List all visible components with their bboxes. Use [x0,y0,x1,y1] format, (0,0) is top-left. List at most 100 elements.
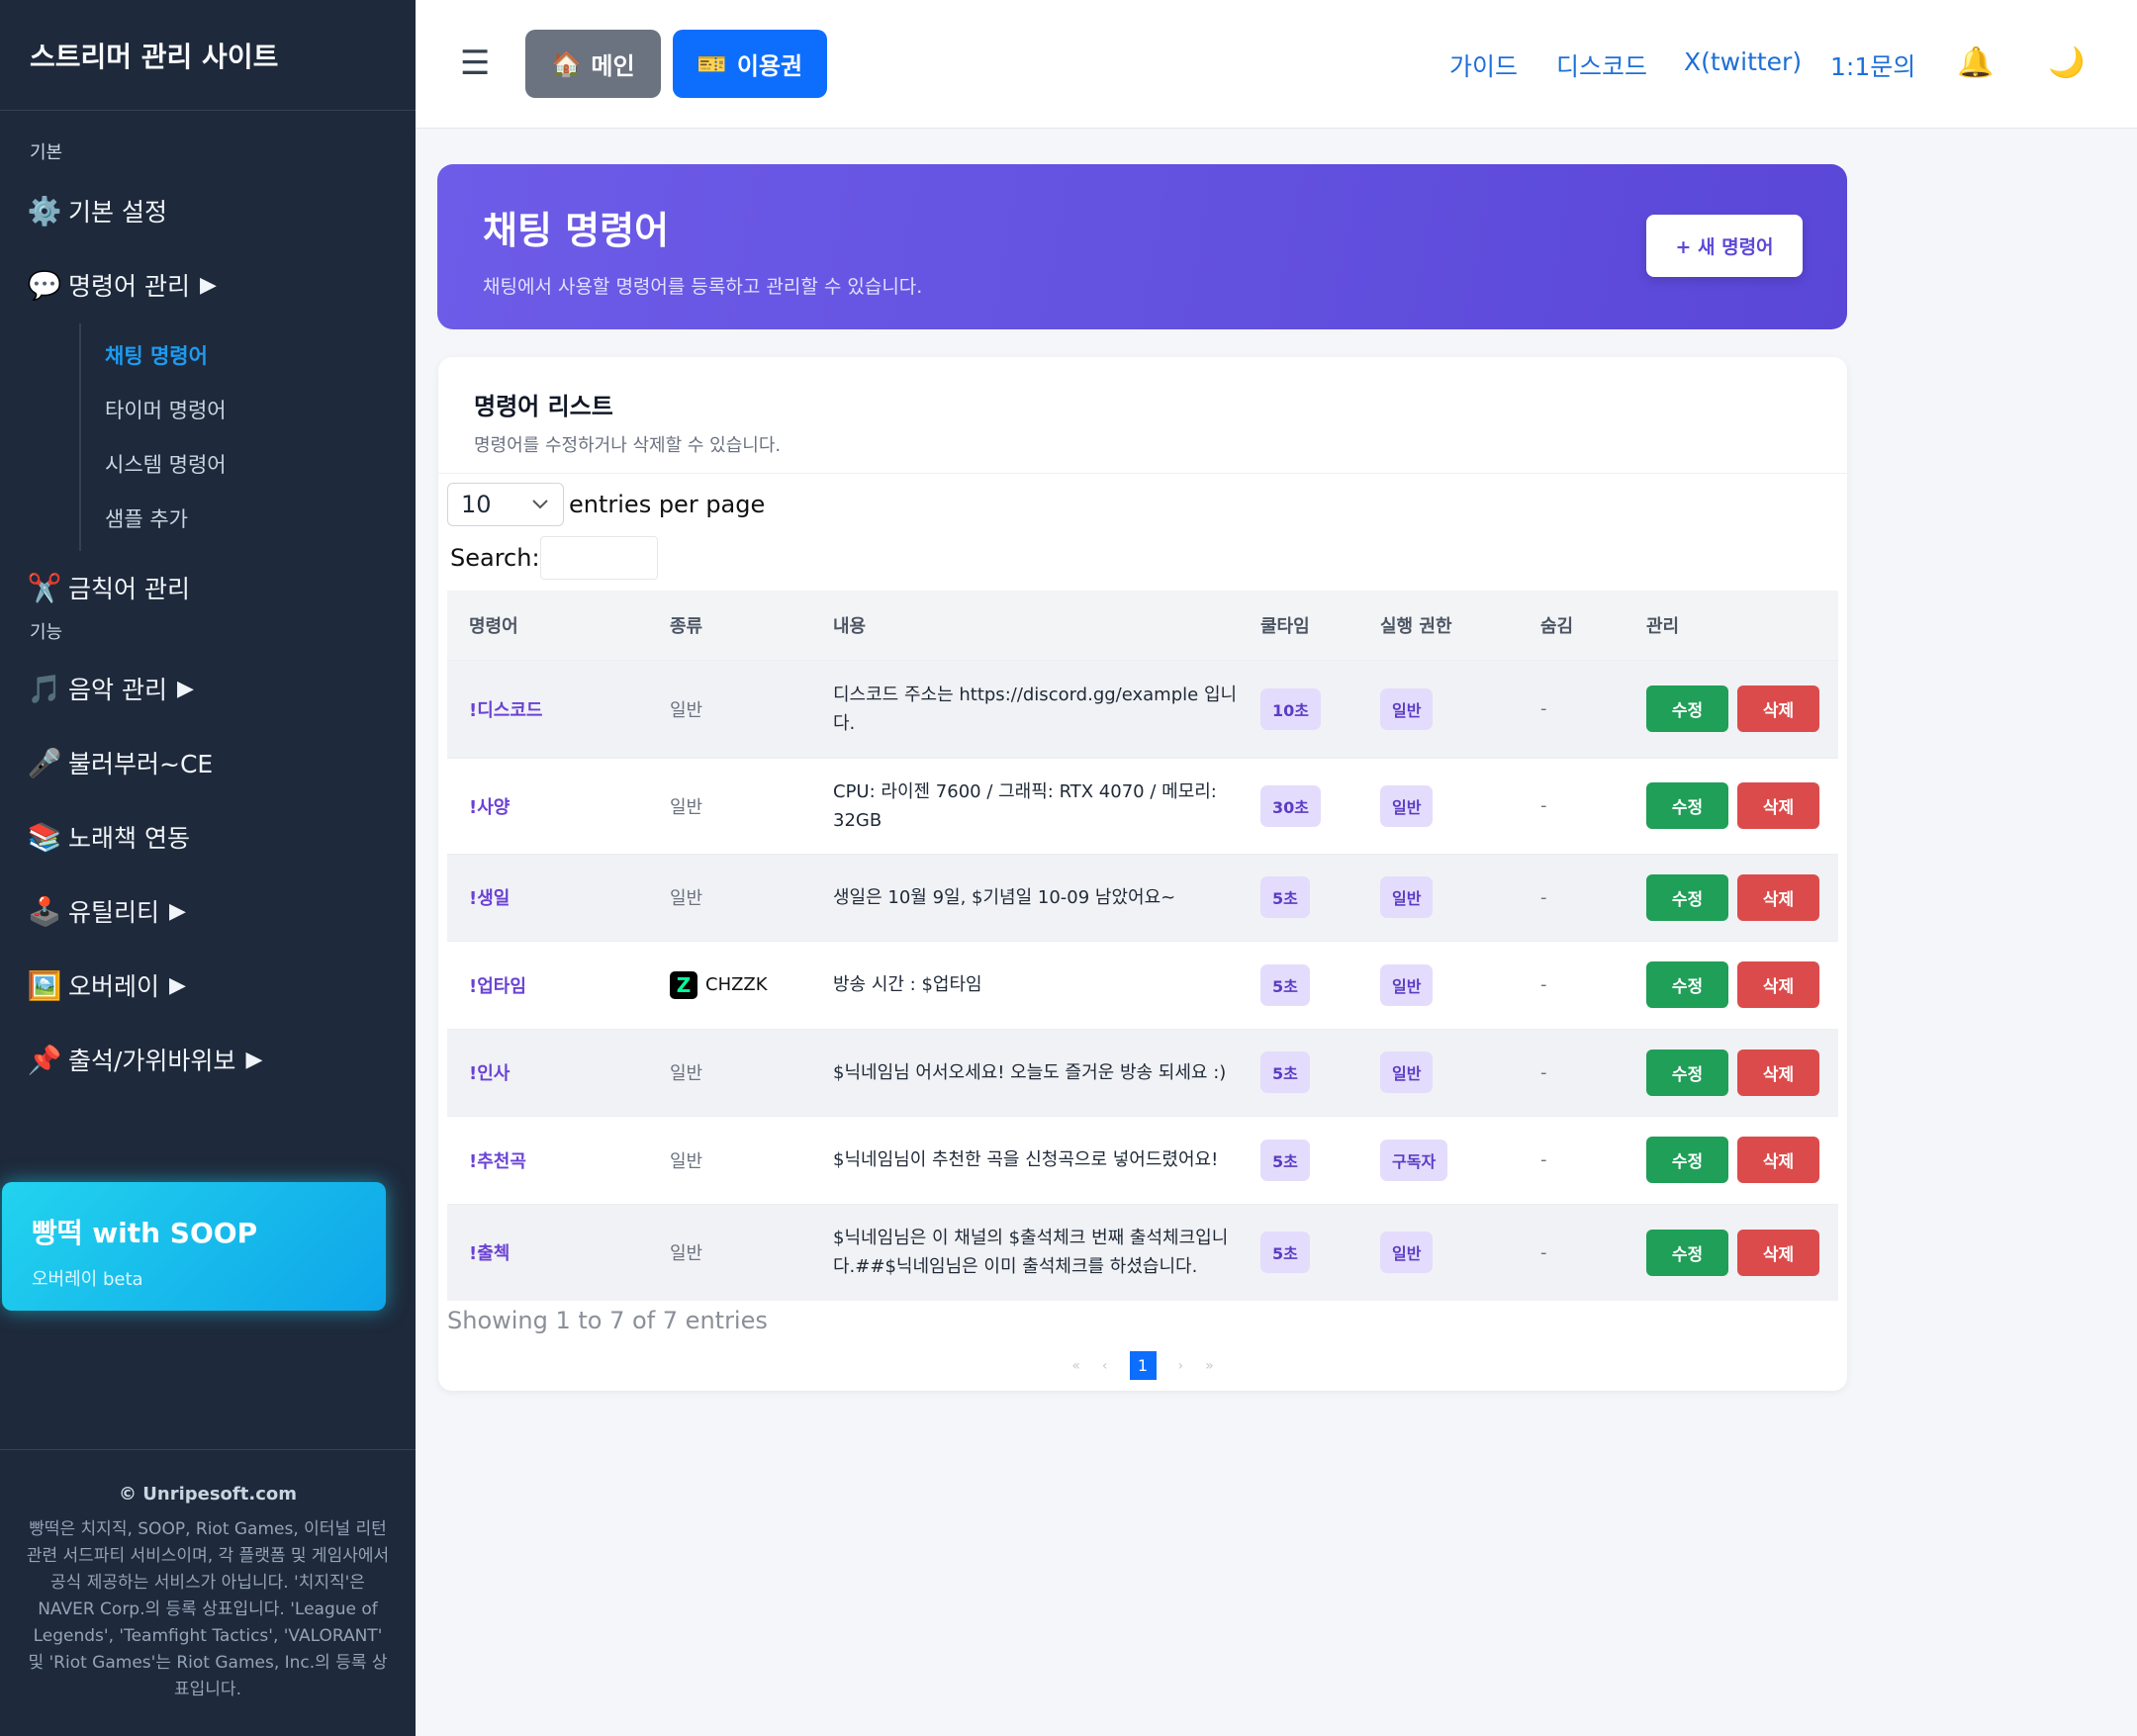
page-last-button[interactable]: » [1205,1358,1214,1374]
column-header-permission[interactable]: 실행 권한 [1358,591,1519,660]
table-info: Showing 1 to 7 of 7 entries [447,1307,768,1334]
nav-commands[interactable]: 💬 명령어 관리 ▶ [0,260,416,310]
main-button-label: 메인 [591,52,635,80]
delete-button[interactable]: 삭제 [1737,1137,1819,1183]
house-icon: 🏠 [551,49,582,78]
nav-music[interactable]: 🎵 음악 관리 ▶ [0,664,416,713]
command-type: 일반 [670,1063,703,1084]
pushpin-icon: 📌 [27,1043,62,1076]
submenu-timer-commands[interactable]: 타이머 명령어 [105,384,416,438]
pass-button[interactable]: 🎫 이용권 [673,30,827,98]
ticket-icon: 🎫 [697,49,727,78]
hidden-value: - [1540,698,1547,719]
link-twitter[interactable]: X(twitter) [1684,47,1802,76]
edit-button[interactable]: 수정 [1646,1049,1728,1096]
table-row: !업타임 Z CHZZK 방송 시간 : $업타임 5초 일반 - 수정 삭제 [447,941,1838,1029]
hamburger-menu-icon[interactable]: ☰ [460,44,490,83]
page-number-button[interactable]: 1 [1129,1351,1157,1380]
edit-button[interactable]: 수정 [1646,961,1728,1008]
moon-icon[interactable]: 🌙 [2048,46,2085,80]
nav-overlay[interactable]: 🖼️ 오버레이 ▶ [0,960,416,1010]
actions-cell: 수정 삭제 [1625,660,1838,758]
page-hero: 채팅 명령어 채팅에서 사용할 명령어를 등록하고 관리할 수 있습니다. + … [437,164,1847,329]
hidden-value: - [1540,795,1547,816]
actions-cell: 수정 삭제 [1625,1029,1838,1116]
nav-music-label: 음악 관리 [68,676,167,704]
cooldown-cell: 5초 [1239,941,1358,1029]
nav-banned-words[interactable]: ✂️ 금칙어 관리 [0,563,416,612]
scissors-icon: ✂️ [27,571,62,604]
table-row: !출첵 일반 $닉네임님은 이 채널의 $출석체크 번째 출석체크입니다.##$… [447,1204,1838,1301]
actions-cell: 수정 삭제 [1625,854,1838,941]
nav-attendance[interactable]: 📌 출석/가위바위보 ▶ [0,1035,416,1084]
edit-button[interactable]: 수정 [1646,873,1728,921]
command-content: $닉네임님 어서오세요! 오늘도 즐거운 방송 되세요 :) [833,1061,1227,1083]
nav-bulleo-label: 불러부러~CE [68,750,214,778]
new-command-button[interactable]: + 새 명령어 [1646,215,1803,277]
cooldown-cell: 10초 [1239,660,1358,758]
table-row: !추천곡 일반 $닉네임님이 추천한 곡을 신청곡으로 넣어드렸어요! 5초 구… [447,1116,1838,1204]
speech-bubble-icon: 💬 [27,268,62,302]
delete-button[interactable]: 삭제 [1737,685,1819,732]
submenu-chat-commands[interactable]: 채팅 명령어 [105,329,416,384]
hidden-value: - [1540,1241,1547,1263]
nav-songbook[interactable]: 📚 노래책 연동 [0,812,416,862]
delete-button[interactable]: 삭제 [1737,782,1819,829]
hidden-value: - [1540,1149,1547,1170]
edit-button[interactable]: 수정 [1646,1229,1728,1276]
nav-utility[interactable]: 🕹️ 유틸리티 ▶ [0,886,416,936]
submenu-add-sample[interactable]: 샘플 추가 [105,493,416,547]
actions-cell: 수정 삭제 [1625,941,1838,1029]
main-button[interactable]: 🏠 메인 [525,30,661,98]
permission-badge: 일반 [1380,1051,1434,1093]
section-label-features: 기능 [30,622,63,643]
command-content: $닉네임님은 이 채널의 $출석체크 번째 출석체크입니다.##$닉네임님은 이… [833,1228,1229,1278]
search-label: Search: [450,544,540,572]
link-discord[interactable]: 디스코드 [1556,47,1647,83]
actions-cell: 수정 삭제 [1625,1116,1838,1204]
page-prev-button[interactable]: ‹ [1102,1358,1108,1374]
submenu-system-commands[interactable]: 시스템 명령어 [105,438,416,493]
command-name: !사양 [469,796,511,818]
edit-button[interactable]: 수정 [1646,1137,1728,1183]
column-header-type[interactable]: 종류 [648,591,811,660]
column-header-cooldown[interactable]: 쿨타임 [1239,591,1358,660]
soop-overlay-promo[interactable]: 빵떡 with SOOP 오버레이 beta [2,1182,386,1311]
cooldown-cell: 5초 [1239,1029,1358,1116]
link-guide[interactable]: 가이드 [1449,47,1518,83]
command-name: !생일 [469,888,511,909]
expand-arrow-icon: ▶ [169,898,186,924]
column-header-content[interactable]: 내용 [811,591,1239,660]
delete-button[interactable]: 삭제 [1737,1229,1819,1276]
cooldown-badge: 5초 [1260,963,1310,1006]
hidden-value: - [1540,974,1547,995]
commands-table: 명령어 종류 내용 쿨타임 실행 권한 숨김 관리 !디스코드 일반 디스코드 … [447,591,1838,1301]
nav-basic-settings-label: 기본 설정 [68,198,167,227]
permission-badge: 일반 [1380,687,1434,730]
column-header-hidden[interactable]: 숨김 [1519,591,1625,660]
edit-button[interactable]: 수정 [1646,782,1728,829]
table-row: !생일 일반 생일은 10월 9일, $기념일 10-09 남았어요~ 5초 일… [447,854,1838,941]
bell-icon[interactable]: 🔔 [1957,46,1994,80]
site-brand[interactable]: 스트리머 관리 사이트 [0,0,416,111]
delete-button[interactable]: 삭제 [1737,1049,1819,1096]
delete-button[interactable]: 삭제 [1737,873,1819,921]
page-first-button[interactable]: « [1071,1358,1080,1374]
command-type: 일반 [670,699,703,721]
section-label-basic: 기본 [30,142,63,163]
page-subtitle: 채팅에서 사용할 명령어를 등록하고 관리할 수 있습니다. [483,276,923,298]
link-inquiry[interactable]: 1:1문의 [1830,47,1915,83]
pagination: « ‹ 1 › » [438,1351,1847,1380]
search-input[interactable] [539,536,658,580]
delete-button[interactable]: 삭제 [1737,961,1819,1008]
nav-basic-settings[interactable]: ⚙️ 기본 설정 [0,186,416,235]
edit-button[interactable]: 수정 [1646,685,1728,732]
page-next-button[interactable]: › [1178,1358,1184,1374]
expand-arrow-icon: ▶ [169,972,186,998]
chevron-down-icon [532,500,548,509]
nav-commands-label: 명령어 관리 [68,272,190,301]
hidden-value: - [1540,1061,1547,1083]
entries-per-page-select[interactable]: 10 [447,483,564,526]
column-header-command[interactable]: 명령어 [447,591,648,660]
nav-bulleo[interactable]: 🎤 불러부러~CE [0,738,416,787]
